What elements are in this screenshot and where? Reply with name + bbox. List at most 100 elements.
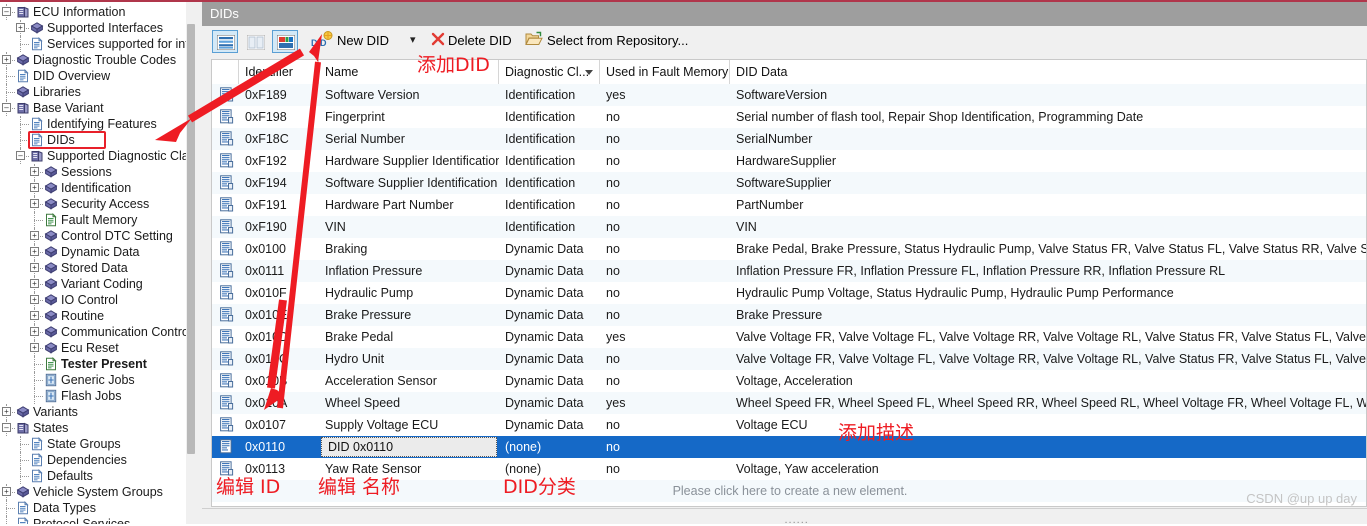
cell-identifier[interactable]: 0xF191	[239, 194, 319, 216]
tree-item-security-access[interactable]: +Security Access	[0, 196, 186, 212]
cell-diddata[interactable]: SoftwareSupplier	[730, 172, 1367, 194]
cell-name[interactable]: Hydraulic Pump	[319, 282, 499, 304]
expand-icon[interactable]: +	[30, 247, 39, 256]
collapse-icon[interactable]: –	[2, 103, 11, 112]
collapse-icon[interactable]: –	[2, 7, 11, 16]
tree-item-io-control[interactable]: +IO Control	[0, 292, 186, 308]
table-row[interactable]: 0xF191Hardware Part NumberIdentification…	[212, 194, 1367, 216]
cell-faultmem[interactable]: no	[600, 150, 730, 172]
table-row[interactable]: 0x0107Supply Voltage ECUDynamic DatanoVo…	[212, 414, 1367, 436]
tree-item-identification[interactable]: +Identification	[0, 180, 186, 196]
cell-identifier[interactable]: 0x010D	[239, 326, 319, 348]
cell-faultmem[interactable]: no	[600, 238, 730, 260]
cell-name[interactable]: Hardware Supplier Identification	[319, 150, 499, 172]
table-row[interactable]: 0xF18CSerial NumberIdentificationnoSeria…	[212, 128, 1367, 150]
tree-item-routine[interactable]: +Routine	[0, 308, 186, 324]
expand-icon[interactable]: +	[30, 311, 39, 320]
cell-name[interactable]: Supply Voltage ECU	[319, 414, 499, 436]
cell-faultmem[interactable]: no	[600, 282, 730, 304]
table-row[interactable]: 0x0110DID 0x0110(none)no	[212, 436, 1367, 458]
table-row[interactable]: 0xF190VINIdentificationnoVIN	[212, 216, 1367, 238]
tree-item-fault-memory[interactable]: Fault Memory	[0, 212, 186, 228]
cell-faultmem[interactable]: no	[600, 128, 730, 150]
cell-diddata[interactable]: Valve Voltage FR, Valve Voltage FL, Valv…	[730, 348, 1367, 370]
cell-diddata[interactable]: Voltage, Acceleration	[730, 370, 1367, 392]
table-row[interactable]: 0x0100BrakingDynamic DatanoBrake Pedal, …	[212, 238, 1367, 260]
cell-identifier[interactable]: 0xF198	[239, 106, 319, 128]
expand-icon[interactable]: +	[30, 263, 39, 272]
cell-faultmem[interactable]: no	[600, 216, 730, 238]
tree-item-state-groups[interactable]: State Groups	[0, 436, 186, 452]
cell-diagclass[interactable]: Dynamic Data	[499, 414, 600, 436]
cell-name[interactable]: Hardware Part Number	[319, 194, 499, 216]
cell-faultmem[interactable]: no	[600, 260, 730, 282]
table-row[interactable]: 0x010EBrake PressureDynamic DatanoBrake …	[212, 304, 1367, 326]
cell-name[interactable]: DID 0x0110	[321, 437, 497, 457]
cell-diddata[interactable]: Brake Pedal, Brake Pressure, Status Hydr…	[730, 238, 1367, 260]
cell-diagclass[interactable]: Dynamic Data	[499, 348, 600, 370]
cell-name[interactable]: Wheel Speed	[319, 392, 499, 414]
cell-diddata[interactable]: Brake Pressure	[730, 304, 1367, 326]
expand-icon[interactable]: +	[30, 231, 39, 240]
tree-scrollbar-thumb[interactable]	[187, 24, 195, 454]
tree-item-control-dtc-setting[interactable]: +Control DTC Setting	[0, 228, 186, 244]
cell-identifier[interactable]: 0xF18C	[239, 128, 319, 150]
tree-item-variants[interactable]: +Variants	[0, 404, 186, 420]
cell-name[interactable]: Braking	[319, 238, 499, 260]
table-row[interactable]: 0x010DBrake PedalDynamic DatayesValve Vo…	[212, 326, 1367, 348]
tree-item-diagnostic-trouble-codes[interactable]: +Diagnostic Trouble Codes	[0, 52, 186, 68]
collapse-icon[interactable]: –	[2, 423, 11, 432]
cell-identifier[interactable]: 0x010C	[239, 348, 319, 370]
cell-name[interactable]: Inflation Pressure	[319, 260, 499, 282]
cell-diagclass[interactable]: Dynamic Data	[499, 326, 600, 348]
cell-diagclass[interactable]: Dynamic Data	[499, 370, 600, 392]
expand-icon[interactable]: +	[30, 327, 39, 336]
column-header-diagclass[interactable]: Diagnostic Cl...	[499, 60, 600, 84]
expand-icon[interactable]: +	[30, 167, 39, 176]
expand-icon[interactable]: +	[30, 279, 39, 288]
cell-name[interactable]: Software Supplier Identification	[319, 172, 499, 194]
table-row[interactable]: 0xF194Software Supplier IdentificationId…	[212, 172, 1367, 194]
tree-item-variant-coding[interactable]: +Variant Coding	[0, 276, 186, 292]
column-header-sel[interactable]	[212, 60, 239, 84]
tree-item-stored-data[interactable]: +Stored Data	[0, 260, 186, 276]
cell-name[interactable]: Software Version	[319, 84, 499, 106]
cell-faultmem[interactable]: no	[600, 414, 730, 436]
cell-diagclass[interactable]: Dynamic Data	[499, 282, 600, 304]
table-row[interactable]: 0xF198FingerprintIdentificationnoSerial …	[212, 106, 1367, 128]
cell-name[interactable]: Serial Number	[319, 128, 499, 150]
cell-diddata[interactable]: Valve Voltage FR, Valve Voltage FL, Valv…	[730, 326, 1367, 348]
cell-diddata[interactable]: VIN	[730, 216, 1367, 238]
cell-diddata[interactable]: Inflation Pressure FR, Inflation Pressur…	[730, 260, 1367, 282]
cell-diddata[interactable]: Serial number of flash tool, Repair Shop…	[730, 106, 1367, 128]
tree-vertical-scrollbar[interactable]	[186, 2, 196, 524]
tree-item-protocol-services[interactable]: Protocol Services	[0, 516, 186, 524]
cell-diddata[interactable]: Hydraulic Pump Voltage, Status Hydraulic…	[730, 282, 1367, 304]
cell-identifier[interactable]: 0x0110	[239, 436, 319, 458]
cell-diagclass[interactable]: Dynamic Data	[499, 304, 600, 326]
tree-item-services-supported-for-int[interactable]: Services supported for int	[0, 36, 186, 52]
cell-name[interactable]: Acceleration Sensor	[319, 370, 499, 392]
cell-diagclass[interactable]: Identification	[499, 194, 600, 216]
cell-identifier[interactable]: 0x0100	[239, 238, 319, 260]
cell-faultmem[interactable]: no	[600, 370, 730, 392]
table-row[interactable]: 0x010AWheel SpeedDynamic DatayesWheel Sp…	[212, 392, 1367, 414]
tree-item-base-variant[interactable]: –Base Variant	[0, 100, 186, 116]
cell-diddata[interactable]: Voltage ECU	[730, 414, 1367, 436]
cell-diagclass[interactable]: Identification	[499, 84, 600, 106]
cell-identifier[interactable]: 0xF194	[239, 172, 319, 194]
tree-item-identifying-features[interactable]: Identifying Features	[0, 116, 186, 132]
cell-name[interactable]: Hydro Unit	[319, 348, 499, 370]
cell-faultmem[interactable]: no	[600, 458, 730, 480]
tree-item-supported-interfaces[interactable]: +Supported Interfaces	[0, 20, 186, 36]
cell-faultmem[interactable]: no	[600, 304, 730, 326]
column-header-faultmem[interactable]: Used in Fault Memory	[600, 60, 730, 84]
view-split-button[interactable]	[242, 30, 268, 53]
cell-diagclass[interactable]: Dynamic Data	[499, 238, 600, 260]
cell-name[interactable]: VIN	[319, 216, 499, 238]
tree-item-data-types[interactable]: Data Types	[0, 500, 186, 516]
cell-identifier[interactable]: 0x010B	[239, 370, 319, 392]
collapse-icon[interactable]: –	[16, 151, 25, 160]
cell-diagclass[interactable]: Dynamic Data	[499, 260, 600, 282]
cell-faultmem[interactable]: no	[600, 348, 730, 370]
